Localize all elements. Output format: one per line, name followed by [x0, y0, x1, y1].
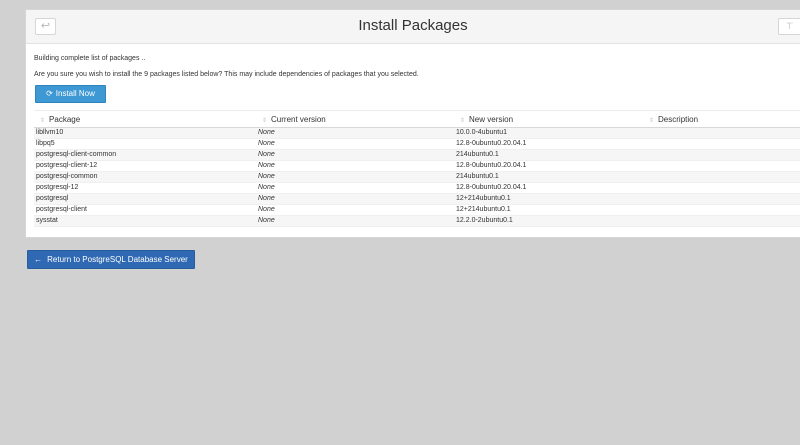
arrow-left-icon: ←: [34, 255, 43, 264]
refresh-icon: ⟳: [46, 89, 53, 98]
cell-current-version: None: [256, 215, 454, 227]
cell-current-version: None: [256, 149, 454, 161]
cell-new-version: 12+214ubuntu0.1: [454, 204, 643, 216]
cell-package: libpq5: [34, 138, 256, 150]
cell-current-version: None: [256, 127, 454, 139]
filter-icon: ⊤: [785, 21, 794, 31]
sort-icon: ⇕: [262, 117, 268, 124]
cell-current-version: None: [256, 160, 454, 172]
column-header-package[interactable]: ⇕ Package: [34, 110, 256, 128]
table-header-row: ⇕ Package ⇕ Current version ⇕ New version ⇕…: [34, 110, 800, 128]
cell-package: postgresql-common: [34, 171, 256, 183]
table-row: libpq5 None 12.8-0ubuntu0.20.04.1: [34, 138, 800, 150]
cell-description: [643, 127, 800, 139]
cell-current-version: None: [256, 204, 454, 216]
sort-icon: ⇕: [460, 117, 466, 124]
cell-package: postgresql-client-common: [34, 149, 256, 161]
cell-description: [643, 182, 800, 194]
cell-package: postgresql-client: [34, 204, 256, 216]
table-row: sysstat None 12.2.0-2ubuntu0.1: [34, 215, 800, 227]
cell-new-version: 10.0.0-4ubuntu1: [454, 127, 643, 139]
confirm-message: Are you sure you wish to install the 9 p…: [34, 71, 419, 78]
cell-new-version: 12.8-0ubuntu0.20.04.1: [454, 182, 643, 194]
cell-description: [643, 215, 800, 227]
cell-description: [643, 171, 800, 183]
table-row: libllvm10 None 10.0.0-4ubuntu1: [34, 127, 800, 139]
cell-current-version: None: [256, 138, 454, 150]
packages-table: ⇕ Package ⇕ Current version ⇕ New version ⇕…: [34, 110, 800, 227]
sort-icon: ⇕: [40, 117, 46, 124]
cell-description: [643, 204, 800, 216]
cell-new-version: 214ubuntu0.1: [454, 171, 643, 183]
cell-package: postgresql-12: [34, 182, 256, 194]
cell-new-version: 12.8-0ubuntu0.20.04.1: [454, 138, 643, 150]
cell-current-version: None: [256, 171, 454, 183]
column-header-description[interactable]: ⇕ Description: [643, 110, 800, 128]
cell-description: [643, 138, 800, 150]
cell-description: [643, 193, 800, 205]
page-title: Install Packages: [358, 17, 468, 34]
install-packages-panel: ↩ Install Packages ⊤ Building complete l…: [25, 9, 800, 238]
column-header-current-version[interactable]: ⇕ Current version: [256, 110, 454, 128]
cell-new-version: 12.8-0ubuntu0.20.04.1: [454, 160, 643, 172]
cell-current-version: None: [256, 182, 454, 194]
building-message: Building complete list of packages ..: [34, 55, 146, 62]
table-row: postgresql-12 None 12.8-0ubuntu0.20.04.1: [34, 182, 800, 194]
table-row: postgresql-client-common None 214ubuntu0.1: [34, 149, 800, 161]
panel-header: ↩ Install Packages ⊤: [26, 10, 800, 44]
cell-new-version: 12.2.0-2ubuntu0.1: [454, 215, 643, 227]
cell-new-version: 214ubuntu0.1: [454, 149, 643, 161]
cell-description: [643, 160, 800, 172]
cell-new-version: 12+214ubuntu0.1: [454, 193, 643, 205]
cell-current-version: None: [256, 193, 454, 205]
table-row: postgresql-common None 214ubuntu0.1: [34, 171, 800, 183]
cell-package: postgresql: [34, 193, 256, 205]
cell-description: [643, 149, 800, 161]
table-row: postgresql None 12+214ubuntu0.1: [34, 193, 800, 205]
install-now-button[interactable]: ⟳ Install Now: [35, 85, 106, 103]
table-row: postgresql-client None 12+214ubuntu0.1: [34, 204, 800, 216]
cell-package: postgresql-client-12: [34, 160, 256, 172]
cell-package: sysstat: [34, 215, 256, 227]
return-button-label: Return to PostgreSQL Database Server: [47, 255, 188, 264]
filter-button[interactable]: ⊤: [778, 18, 800, 35]
sort-icon: ⇕: [649, 117, 655, 124]
return-button[interactable]: ← Return to PostgreSQL Database Server: [27, 250, 195, 269]
column-header-new-version[interactable]: ⇕ New version: [454, 110, 643, 128]
install-now-label: Install Now: [55, 89, 95, 98]
table-row: postgresql-client-12 None 12.8-0ubuntu0.20…: [34, 160, 800, 172]
cell-package: libllvm10: [34, 127, 256, 139]
